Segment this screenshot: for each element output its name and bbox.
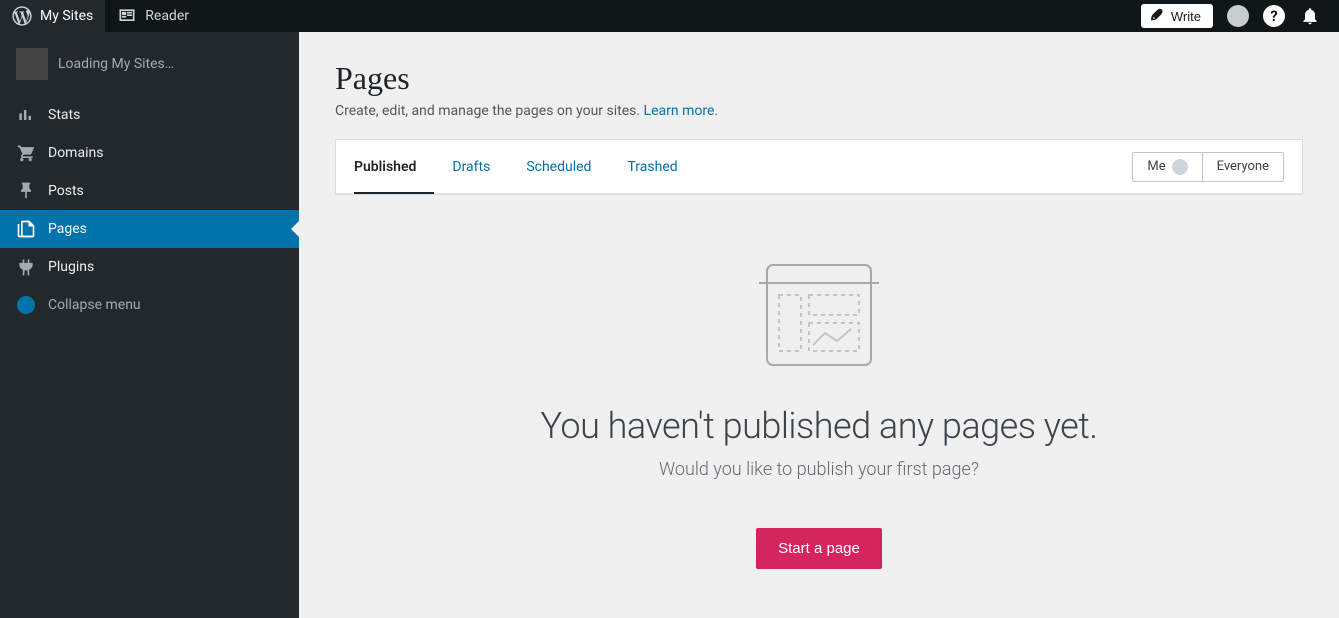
page-subtitle: Create, edit, and manage the pages on yo…	[335, 103, 1303, 119]
wordpress-icon	[12, 6, 32, 26]
write-button[interactable]: Write	[1141, 4, 1213, 28]
nav-reader-label: Reader	[145, 8, 189, 24]
page-title: Pages	[335, 60, 1303, 97]
filter-everyone-label: Everyone	[1217, 159, 1269, 174]
sidebar-item-plugins[interactable]: Plugins	[0, 248, 299, 286]
sidebar: Loading My Sites… Stats Domains Posts Pa…	[0, 32, 299, 618]
bell-icon	[1300, 6, 1320, 26]
pages-icon	[16, 219, 36, 239]
pen-icon	[1149, 7, 1165, 26]
sidebar-item-posts[interactable]: Posts	[0, 172, 299, 210]
profile-button[interactable]	[1227, 5, 1249, 27]
pin-icon	[16, 181, 36, 201]
nav-my-sites[interactable]: My Sites	[0, 0, 105, 32]
sidebar-collapse[interactable]: Collapse menu	[0, 286, 299, 324]
empty-subtitle: Would you like to publish your first pag…	[355, 459, 1283, 480]
avatar-icon	[1172, 159, 1188, 175]
tab-label: Published	[354, 159, 416, 175]
sidebar-item-label: Stats	[48, 107, 80, 123]
filter-me[interactable]: Me	[1133, 153, 1201, 181]
plugin-icon	[16, 257, 36, 277]
tab-label: Trashed	[627, 159, 677, 175]
tab-scheduled[interactable]: Scheduled	[508, 140, 609, 193]
tab-published[interactable]: Published	[354, 140, 434, 193]
avatar-icon	[1227, 5, 1249, 27]
empty-title: You haven't published any pages yet.	[355, 405, 1283, 447]
sidebar-collapse-label: Collapse menu	[48, 297, 141, 313]
sidebar-nav: Stats Domains Posts Pages Plugins	[0, 96, 299, 324]
sidebar-item-stats[interactable]: Stats	[0, 96, 299, 134]
filter-everyone[interactable]: Everyone	[1202, 153, 1283, 181]
site-switcher[interactable]: Loading My Sites…	[0, 32, 299, 96]
write-button-label: Write	[1171, 9, 1201, 24]
nav-my-sites-label: My Sites	[40, 8, 93, 24]
collapse-icon	[16, 295, 36, 315]
help-icon: ?	[1263, 5, 1285, 27]
sidebar-item-pages[interactable]: Pages	[0, 210, 299, 248]
sidebar-item-label: Domains	[48, 145, 103, 161]
nav-reader[interactable]: Reader	[105, 0, 201, 32]
sidebar-item-label: Posts	[48, 183, 84, 199]
pages-panel: Published Drafts Scheduled Trashed Me Ev…	[335, 139, 1303, 195]
topbar-right: Write ?	[1141, 4, 1339, 28]
empty-state: You haven't published any pages yet. Wou…	[335, 195, 1303, 609]
tab-label: Drafts	[452, 159, 490, 175]
start-page-button[interactable]: Start a page	[756, 528, 882, 569]
tab-drafts[interactable]: Drafts	[434, 140, 508, 193]
topbar-left: My Sites Reader	[0, 0, 201, 32]
site-thumb-icon	[16, 48, 48, 80]
stats-icon	[16, 105, 36, 125]
topbar: My Sites Reader Write ?	[0, 0, 1339, 32]
sidebar-item-label: Pages	[48, 221, 87, 237]
sidebar-item-domains[interactable]: Domains	[0, 134, 299, 172]
learn-more-link[interactable]: Learn more.	[644, 103, 719, 119]
tab-label: Scheduled	[526, 159, 591, 175]
reader-icon	[117, 6, 137, 26]
layout: Loading My Sites… Stats Domains Posts Pa…	[0, 32, 1339, 618]
start-page-button-label: Start a page	[778, 540, 860, 557]
empty-illustration-icon	[749, 255, 889, 375]
author-filter: Me Everyone	[1132, 152, 1284, 182]
filter-me-label: Me	[1147, 159, 1165, 174]
tab-trashed[interactable]: Trashed	[609, 140, 695, 193]
tabs-bar: Published Drafts Scheduled Trashed Me Ev…	[336, 140, 1302, 194]
main-content: Pages Create, edit, and manage the pages…	[299, 32, 1339, 618]
help-button[interactable]: ?	[1263, 5, 1285, 27]
sidebar-item-label: Plugins	[48, 259, 94, 275]
notifications-button[interactable]	[1299, 5, 1321, 27]
page-subtitle-text: Create, edit, and manage the pages on yo…	[335, 103, 644, 119]
cart-icon	[16, 143, 36, 163]
site-loading-label: Loading My Sites…	[58, 56, 174, 72]
